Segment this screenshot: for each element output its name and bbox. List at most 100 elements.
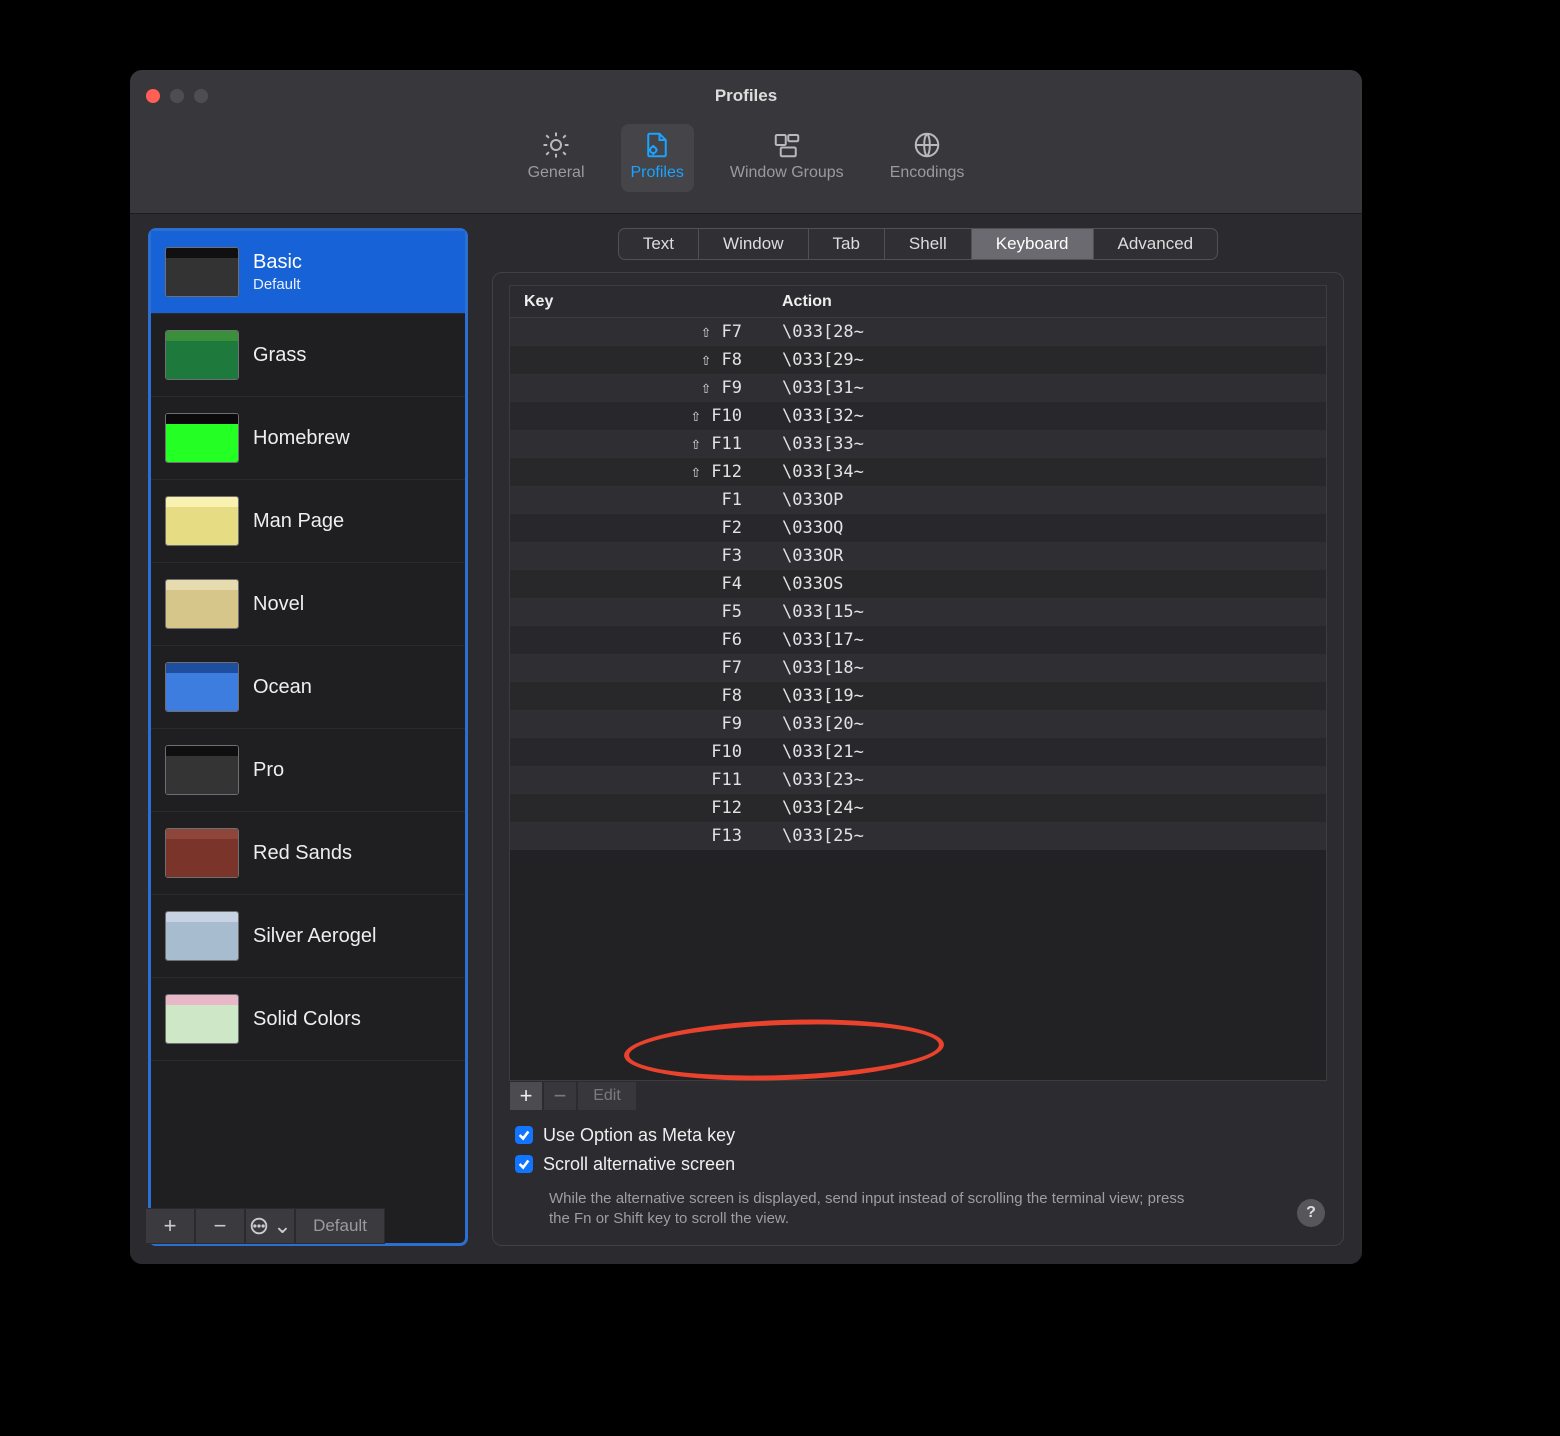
cell-key: F2 [510,518,760,538]
cell-key: F9 [510,714,760,734]
column-header-key[interactable]: Key [510,293,760,311]
profile-thumbnail [165,579,239,629]
tab-shell[interactable]: Shell [885,229,972,259]
tab-window[interactable]: Window [699,229,808,259]
table-row[interactable]: ⇧ F8\033[29~ [510,346,1326,374]
profile-name: Basic [253,251,302,274]
cell-key: ⇧ F8 [510,350,760,370]
profile-name: Red Sands [253,842,352,865]
cell-action: \033[24~ [760,798,1326,818]
table-row[interactable]: F7\033[18~ [510,654,1326,682]
toolbar-window-groups[interactable]: Window Groups [720,124,854,192]
cell-key: F4 [510,574,760,594]
profile-name: Ocean [253,676,312,699]
tab-text[interactable]: Text [619,229,699,259]
profiles-list[interactable]: Basic Default GrassHomebrewMan PageNovel Oc… [151,231,465,1243]
profile-item-homebrew[interactable]: Homebrew [151,397,465,480]
cell-action: \033[29~ [760,350,1326,370]
profile-item-solid-colors[interactable]: Solid Colors [151,978,465,1061]
profile-thumbnail [165,496,239,546]
scroll-alternative-screen-label: Scroll alternative screen [543,1154,735,1175]
table-row[interactable]: F12\033[24~ [510,794,1326,822]
cell-action: \033[21~ [760,742,1326,762]
cell-action: \033[17~ [760,630,1326,650]
profile-item-novel[interactable]: Novel [151,563,465,646]
table-row[interactable]: ⇧ F7\033[28~ [510,318,1326,346]
cell-action: \033OS [760,574,1326,594]
use-option-as-meta-checkbox[interactable]: Use Option as Meta key [515,1125,1327,1146]
table-row[interactable]: ⇧ F11\033[33~ [510,430,1326,458]
main-panel: TextWindowTabShellKeyboardAdvanced Key A… [492,228,1344,1246]
table-row[interactable]: F10\033[21~ [510,738,1326,766]
profile-thumbnail [165,330,239,380]
profile-tabs: TextWindowTabShellKeyboardAdvanced [492,228,1344,260]
toolbar-general[interactable]: General [518,124,595,192]
profile-actions-menu[interactable]: ⌄ [245,1208,295,1244]
scroll-alt-hint: While the alternative screen is displaye… [549,1189,1209,1230]
chevron-down-icon: ⌄ [273,1213,291,1239]
set-default-button[interactable]: Default [295,1208,385,1244]
add-key-binding-button[interactable]: + [509,1081,543,1111]
tab-advanced[interactable]: Advanced [1094,229,1218,259]
profile-thumbnail [165,413,239,463]
table-row[interactable]: F3\033OR [510,542,1326,570]
profile-thumbnail [165,745,239,795]
toolbar-profiles[interactable]: Profiles [621,124,694,192]
toolbar-label: General [528,164,585,182]
preferences-window: Profiles General Profiles Window Groups Enc… [130,70,1362,1264]
table-row[interactable]: F4\033OS [510,570,1326,598]
column-header-action[interactable]: Action [760,293,1326,311]
help-button[interactable]: ? [1297,1199,1325,1227]
tab-tab[interactable]: Tab [809,229,885,259]
table-row[interactable]: F6\033[17~ [510,626,1326,654]
table-row[interactable]: ⇧ F10\033[32~ [510,402,1326,430]
tab-keyboard[interactable]: Keyboard [972,229,1094,259]
key-bindings-table[interactable]: Key Action ⇧ F7\033[28~⇧ F8\033[29~⇧ F9\… [509,285,1327,1081]
cell-key: F1 [510,490,760,510]
cell-key: F12 [510,798,760,818]
cell-action: \033[23~ [760,770,1326,790]
profile-item-man-page[interactable]: Man Page [151,480,465,563]
remove-profile-button[interactable]: − [195,1208,245,1244]
profile-item-basic[interactable]: Basic Default [151,231,465,314]
profile-item-grass[interactable]: Grass [151,314,465,397]
table-row[interactable]: ⇧ F12\033[34~ [510,458,1326,486]
profile-item-ocean[interactable]: Ocean [151,646,465,729]
table-row[interactable]: F2\033OQ [510,514,1326,542]
scroll-alternative-screen-checkbox[interactable]: Scroll alternative screen [515,1154,1327,1175]
checkbox-icon [515,1126,533,1144]
cell-key: F11 [510,770,760,790]
titlebar: Profiles [130,70,1362,122]
profile-item-red-sands[interactable]: Red Sands [151,812,465,895]
keyboard-panel: Key Action ⇧ F7\033[28~⇧ F8\033[29~⇧ F9\… [492,272,1344,1246]
table-row[interactable]: F1\033OP [510,486,1326,514]
profile-item-silver-aerogel[interactable]: Silver Aerogel [151,895,465,978]
profile-thumbnail [165,994,239,1044]
table-row[interactable]: F9\033[20~ [510,710,1326,738]
cell-key: ⇧ F11 [510,434,760,454]
cell-key: F7 [510,658,760,678]
cell-key: F6 [510,630,760,650]
table-row[interactable]: F13\033[25~ [510,822,1326,850]
toolbar-encodings[interactable]: Encodings [880,124,975,192]
cell-action: \033[25~ [760,826,1326,846]
remove-key-binding-button: − [543,1081,577,1111]
profile-item-pro[interactable]: Pro [151,729,465,812]
table-row[interactable]: ⇧ F9\033[31~ [510,374,1326,402]
profile-thumbnail [165,247,239,297]
table-row[interactable]: F11\033[23~ [510,766,1326,794]
cell-key: ⇧ F7 [510,322,760,342]
table-row[interactable]: F5\033[15~ [510,598,1326,626]
toolbar-label: Window Groups [730,164,844,182]
cell-action: \033OR [760,546,1326,566]
add-profile-button[interactable]: + [145,1208,195,1244]
profile-name: Solid Colors [253,1008,361,1031]
checkbox-icon [515,1155,533,1173]
cell-action: \033[28~ [760,322,1326,342]
table-row[interactable]: F8\033[19~ [510,682,1326,710]
toolbar-label: Encodings [890,164,965,182]
cell-action: \033OQ [760,518,1326,538]
profile-subtitle: Default [253,276,302,293]
cell-key: F8 [510,686,760,706]
toolbar-label: Profiles [631,164,684,182]
